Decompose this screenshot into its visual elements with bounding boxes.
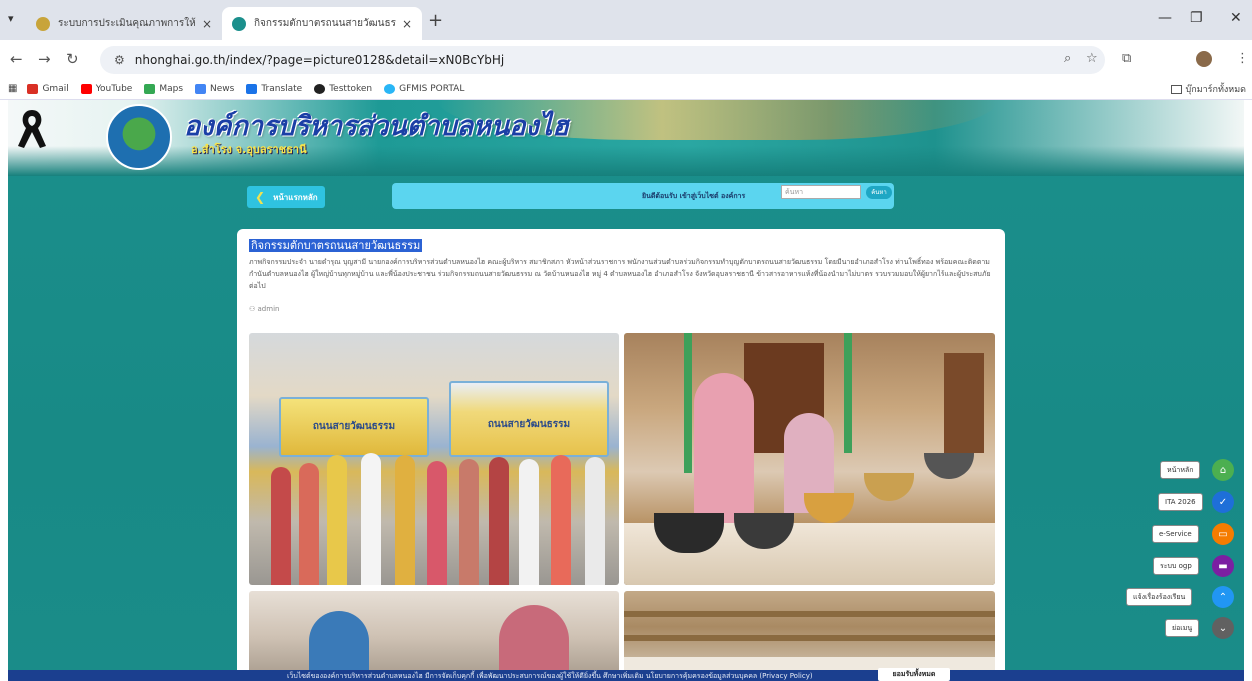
welcome-bar: ยินดีต้อนรับ เข้าสู่เว็บไซต์ องค์การ ค้น… [392, 183, 894, 209]
gmail-icon [27, 83, 39, 94]
browser-tab[interactable]: ระบบการประเมินคุณภาพการให้บริการของ × [26, 7, 222, 40]
welcome-marquee: ยินดีต้อนรับ เข้าสู่เว็บไซต์ องค์การ [642, 192, 746, 200]
chevron-down-icon[interactable]: ⌄ [1212, 617, 1234, 639]
fab-label-ogp[interactable]: ระบบ ogp [1153, 557, 1199, 575]
bookmark-maps[interactable]: Maps [144, 83, 183, 94]
web-page: องค์การบริหารส่วนตำบลหนองไฮ อ.สำโรง จ.อุ… [0, 100, 1252, 681]
address-bar-row: ← → ↻ ⚙ nhonghai.go.th/index/?page=pictu… [0, 40, 1252, 78]
mourning-ribbon-icon [18, 110, 46, 148]
post-author: ⚇ admin [249, 305, 280, 313]
tab-close-icon[interactable]: × [202, 17, 212, 31]
bookmarks-bar: ▦ Gmail YouTube Maps News Translate Test… [0, 78, 1252, 100]
gfmis-icon [384, 83, 396, 94]
fab-label-home[interactable]: หน้าหลัก [1160, 461, 1201, 479]
profile-avatar[interactable] [1196, 51, 1212, 67]
post-body: ภาพกิจกรรมประจำ นายดำรุณ บุญสามี นายกองค… [249, 258, 991, 290]
bookmark-star-icon[interactable]: ☆ [1086, 51, 1098, 66]
translate-icon [246, 83, 258, 94]
check-badge-icon[interactable]: ✓ [1212, 491, 1234, 513]
zoom-icon[interactable]: ⌕ [1064, 51, 1071, 66]
tab-close-icon[interactable]: × [402, 17, 412, 31]
site-info-icon[interactable]: ⚙ [114, 53, 125, 67]
bookmark-translate[interactable]: Translate [246, 83, 302, 94]
maximize-button[interactable]: ❐ [1190, 10, 1203, 26]
close-window-button[interactable]: ✕ [1230, 10, 1242, 26]
url-bar[interactable]: ⚙ nhonghai.go.th/index/?page=picture0128… [100, 46, 1105, 74]
maps-icon [144, 83, 156, 94]
fab-label-eservice[interactable]: e-Service [1152, 525, 1199, 543]
photo-banner-left: ถนนสายวัฒนธรรม [279, 397, 429, 457]
site-subtitle: อ.สำโรง จ.อุบลราชธานี [191, 143, 307, 156]
post-title: กิจกรรมตักบาตรถนนสายวัฒนธรรม [249, 239, 423, 252]
photo-banner-right: ถนนสายวัฒนธรรม [449, 381, 609, 457]
cookie-consent-bar: เว็บไซต์ขององค์การบริหารส่วนตำบลหนองไฮ ม… [8, 668, 1244, 681]
url-text: nhonghai.go.th/index/?page=picture0128&d… [134, 53, 505, 67]
home-button[interactable]: ❮ หน้าแรกหลัก [247, 186, 325, 208]
user-icon: ⚇ [249, 305, 256, 313]
news-icon [195, 83, 207, 94]
tab-title: ระบบการประเมินคุณภาพการให้บริการของ [58, 18, 196, 29]
home-icon[interactable]: ⌂ [1212, 459, 1234, 481]
extensions-icon[interactable]: ⧉ [1122, 51, 1131, 66]
site-logo[interactable] [106, 104, 172, 170]
back-icon[interactable]: ← [10, 50, 23, 68]
post-card: กิจกรรมตักบาตรถนนสายวัฒนธรรม ภาพกิจกรรมป… [237, 229, 1005, 681]
apps-grid-icon[interactable]: ▦ [8, 83, 17, 94]
bookmark-news[interactable]: News [195, 83, 234, 94]
testtoken-icon [314, 83, 326, 94]
folder-icon [1170, 84, 1182, 94]
youtube-icon [80, 83, 92, 94]
tab-search-icon[interactable]: ▾ [8, 12, 14, 25]
search-button[interactable]: ค้นหา [866, 186, 892, 199]
forward-icon[interactable]: → [38, 50, 51, 68]
chat-icon[interactable]: ▭ [1212, 523, 1234, 545]
search-input[interactable]: ค้นหา [781, 185, 861, 199]
fab-label-collapse[interactable]: ย่อเมนู [1165, 619, 1200, 637]
message-icon[interactable]: ▬ [1212, 555, 1234, 577]
browser-menu-icon[interactable]: ⋮ [1236, 51, 1249, 66]
bookmark-gmail[interactable]: Gmail [27, 83, 69, 94]
browser-tab-active[interactable]: กิจกรรมตักบาตรถนนสายวัฒนธรรม × [222, 7, 422, 40]
bookmark-gfmis[interactable]: GFMIS PORTAL [384, 83, 464, 94]
arrow-up-icon[interactable]: ⌃ [1212, 586, 1234, 608]
all-bookmarks-folder[interactable]: บุ๊กมาร์กทั้งหมด [1170, 82, 1246, 96]
new-tab-button[interactable]: + [428, 10, 443, 31]
gallery-photo[interactable] [249, 591, 619, 681]
gallery-photo[interactable]: ถนนสายวัฒนธรรม ถนนสายวัฒนธรรม [249, 333, 619, 585]
site-favicon-icon [232, 16, 246, 31]
gallery-photo[interactable] [624, 333, 995, 585]
site-favicon-icon [36, 16, 50, 31]
fab-label-ita[interactable]: ITA 2026 [1158, 493, 1203, 511]
bookmark-youtube[interactable]: YouTube [80, 83, 132, 94]
accept-cookies-button[interactable]: ยอมรับทั้งหมด [878, 668, 950, 681]
site-header: องค์การบริหารส่วนตำบลหนองไฮ อ.สำโรง จ.อุ… [8, 100, 1244, 176]
minimize-button[interactable]: — [1158, 10, 1172, 26]
cookie-text: เว็บไซต์ขององค์การบริหารส่วนตำบลหนองไฮ ม… [287, 672, 813, 680]
chevron-left-icon: ❮ [255, 190, 266, 204]
bookmark-testtoken[interactable]: Testtoken [314, 83, 372, 94]
reload-icon[interactable]: ↻ [66, 50, 79, 68]
fab-label-complaint[interactable]: แจ้งเรื่องร้องเรียน [1126, 588, 1193, 606]
tab-title: กิจกรรมตักบาตรถนนสายวัฒนธรรม [254, 18, 396, 29]
browser-tab-bar: ▾ ระบบการประเมินคุณภาพการให้บริการของ × … [0, 0, 1252, 40]
